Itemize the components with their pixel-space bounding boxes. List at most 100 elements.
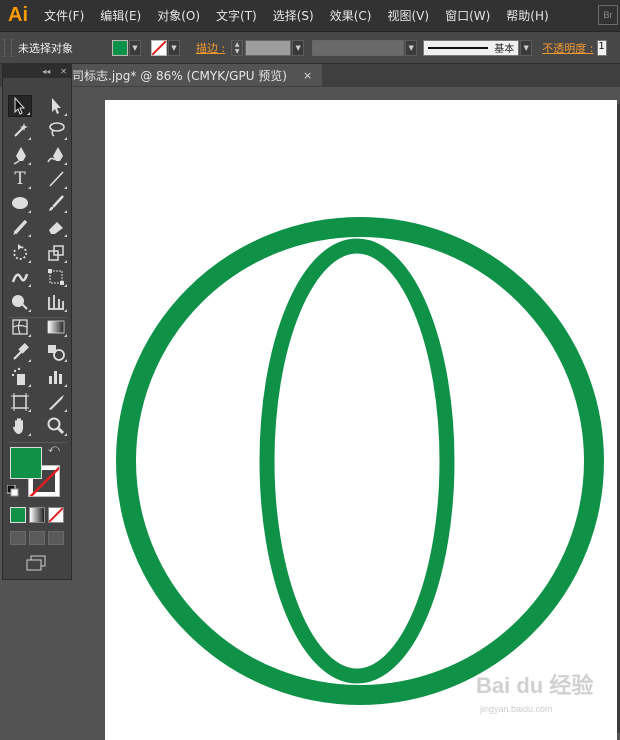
direct-selection-tool-button[interactable] xyxy=(44,95,68,117)
tool-row xyxy=(8,316,68,338)
outer-ring-shape[interactable] xyxy=(116,217,604,705)
color-mode-button[interactable] xyxy=(10,507,26,523)
line-segment-tool-button[interactable] xyxy=(44,168,68,190)
menu-item[interactable]: 效果(C) xyxy=(322,7,380,24)
slice-tool-button[interactable] xyxy=(44,391,68,413)
warp-tool-button[interactable] xyxy=(8,266,32,288)
default-fill-stroke-icon[interactable] xyxy=(7,485,19,497)
variable-width-profile-dropdown[interactable]: ▼ xyxy=(405,39,418,56)
stroke-weight-stepper[interactable]: ▲ ▼ xyxy=(231,39,244,56)
gradient-tool-icon xyxy=(47,320,65,334)
close-tab-icon[interactable]: × xyxy=(303,69,312,82)
draw-behind-button[interactable] xyxy=(29,531,45,545)
app-logo: Ai xyxy=(8,4,28,26)
fill-color-box[interactable] xyxy=(10,447,42,479)
menu-item[interactable]: 文件(F) xyxy=(36,7,92,24)
direct-selection-tool-icon xyxy=(52,98,61,114)
close-panel-icon[interactable]: ✕ xyxy=(60,67,67,76)
hand-tool-button[interactable] xyxy=(8,415,32,437)
tool-row xyxy=(8,415,68,437)
tool-row xyxy=(8,216,68,238)
symbol-sprayer-tool-button[interactable] xyxy=(8,366,32,388)
line-segment-tool-icon xyxy=(49,171,64,187)
brush-definition-dropdown[interactable]: ▼ xyxy=(520,39,533,56)
gradient-mode-button[interactable] xyxy=(29,507,45,523)
bridge-badges: Br xyxy=(576,5,620,25)
menu-item[interactable]: 选择(S) xyxy=(265,7,322,24)
menu-bar: Ai 文件(F) 编辑(E) 对象(O) 文字(T) 选择(S) 效果(C) 视图(V) 窗口… xyxy=(0,0,620,32)
none-mode-button[interactable] xyxy=(48,507,64,523)
document-tab[interactable]: 司标志.jpg* @ 86% (CMYK/GPU 预览) × xyxy=(72,64,322,86)
brush-style-label: 基本 xyxy=(494,44,515,55)
artboard-tool-button[interactable] xyxy=(8,391,32,413)
lasso-tool-icon xyxy=(49,122,65,137)
symbol-sprayer-tool-icon xyxy=(11,367,25,385)
zoom-tool-button[interactable] xyxy=(44,415,68,437)
curvature-tool-button[interactable] xyxy=(44,144,68,166)
stroke-weight-field[interactable] xyxy=(245,39,292,56)
stroke-weight-label[interactable]: 描边 : xyxy=(196,40,225,56)
mesh-tool-button[interactable] xyxy=(8,316,32,338)
brush-definition-field[interactable]: 基本 xyxy=(423,39,520,56)
menu-item[interactable]: 编辑(E) xyxy=(92,7,149,24)
stroke-dropdown-arrow[interactable]: ▼ xyxy=(168,39,180,56)
scale-tool-icon xyxy=(48,245,64,261)
collapse-panel-icon[interactable]: ◂◂ xyxy=(42,67,50,76)
perspective-grid-tool-icon xyxy=(48,295,64,310)
baidu-watermark: Bai du 经验 jingyan.baidu.com xyxy=(476,668,606,720)
inner-ellipse-shape[interactable] xyxy=(259,238,455,684)
swap-fill-stroke-icon[interactable]: ⤺ xyxy=(48,442,60,456)
rotate-tool-button[interactable] xyxy=(8,242,32,264)
eraser-tool-icon xyxy=(49,222,63,234)
selection-tool-button[interactable] xyxy=(8,95,32,117)
free-transform-tool-button[interactable] xyxy=(44,266,68,288)
tool-row xyxy=(8,366,68,388)
lasso-tool-button[interactable] xyxy=(44,119,68,141)
menu-item[interactable]: 视图(V) xyxy=(379,7,437,24)
type-tool-button[interactable]: T xyxy=(8,168,32,190)
paintbrush-tool-icon xyxy=(49,195,64,211)
shape-builder-tool-button[interactable] xyxy=(8,291,32,313)
artwork xyxy=(116,217,604,705)
tool-row xyxy=(8,391,68,413)
pen-tool-button[interactable] xyxy=(8,144,32,166)
scale-tool-button[interactable] xyxy=(44,242,68,264)
opacity-field[interactable]: 1 xyxy=(597,39,608,56)
fill-color-swatch[interactable] xyxy=(112,39,128,56)
control-bar-grip[interactable] xyxy=(4,38,12,57)
stroke-color-swatch[interactable] xyxy=(151,39,167,56)
perspective-grid-tool-button[interactable] xyxy=(44,291,68,313)
tool-row xyxy=(8,95,68,117)
pencil-tool-button[interactable] xyxy=(8,216,32,238)
variable-width-profile-field[interactable] xyxy=(312,39,405,56)
menu-item[interactable]: 窗口(W) xyxy=(437,7,498,24)
menu-item[interactable]: 帮助(H) xyxy=(498,7,556,24)
artboard[interactable] xyxy=(105,100,617,740)
draw-normal-button[interactable] xyxy=(10,531,26,545)
none-stroke-icon xyxy=(152,40,166,55)
eyedropper-tool-button[interactable] xyxy=(8,341,32,363)
tools-panel-header[interactable]: ◂◂ ✕ xyxy=(3,65,71,78)
shape-builder-tool-icon xyxy=(12,295,28,310)
curvature-tool-icon xyxy=(47,147,63,163)
screen-mode-icon[interactable] xyxy=(25,555,47,571)
warp-tool-icon xyxy=(11,273,29,283)
watermark-text: Bai du 经验 xyxy=(476,673,594,698)
ellipse-tool-button[interactable] xyxy=(8,192,32,214)
opacity-label[interactable]: 不透明度 : xyxy=(542,40,593,56)
menu-item[interactable]: 文字(T) xyxy=(208,7,265,24)
menu-item[interactable]: 对象(O) xyxy=(149,7,208,24)
free-transform-tool-icon xyxy=(48,269,64,285)
blend-tool-button[interactable] xyxy=(44,341,68,363)
gradient-tool-button[interactable] xyxy=(44,316,68,338)
eraser-tool-button[interactable] xyxy=(44,216,68,238)
paintbrush-tool-button[interactable] xyxy=(44,192,68,214)
column-graph-tool-button[interactable] xyxy=(44,366,68,388)
watermark-url: jingyan.baidu.com xyxy=(480,704,553,714)
selection-status-label: 未选择对象 xyxy=(18,41,73,55)
draw-inside-button[interactable] xyxy=(48,531,64,545)
stroke-weight-dropdown[interactable]: ▼ xyxy=(292,39,305,56)
magic-wand-tool-button[interactable] xyxy=(8,119,32,141)
fill-dropdown-arrow[interactable]: ▼ xyxy=(129,39,141,56)
bridge-button[interactable]: Br xyxy=(598,5,618,25)
